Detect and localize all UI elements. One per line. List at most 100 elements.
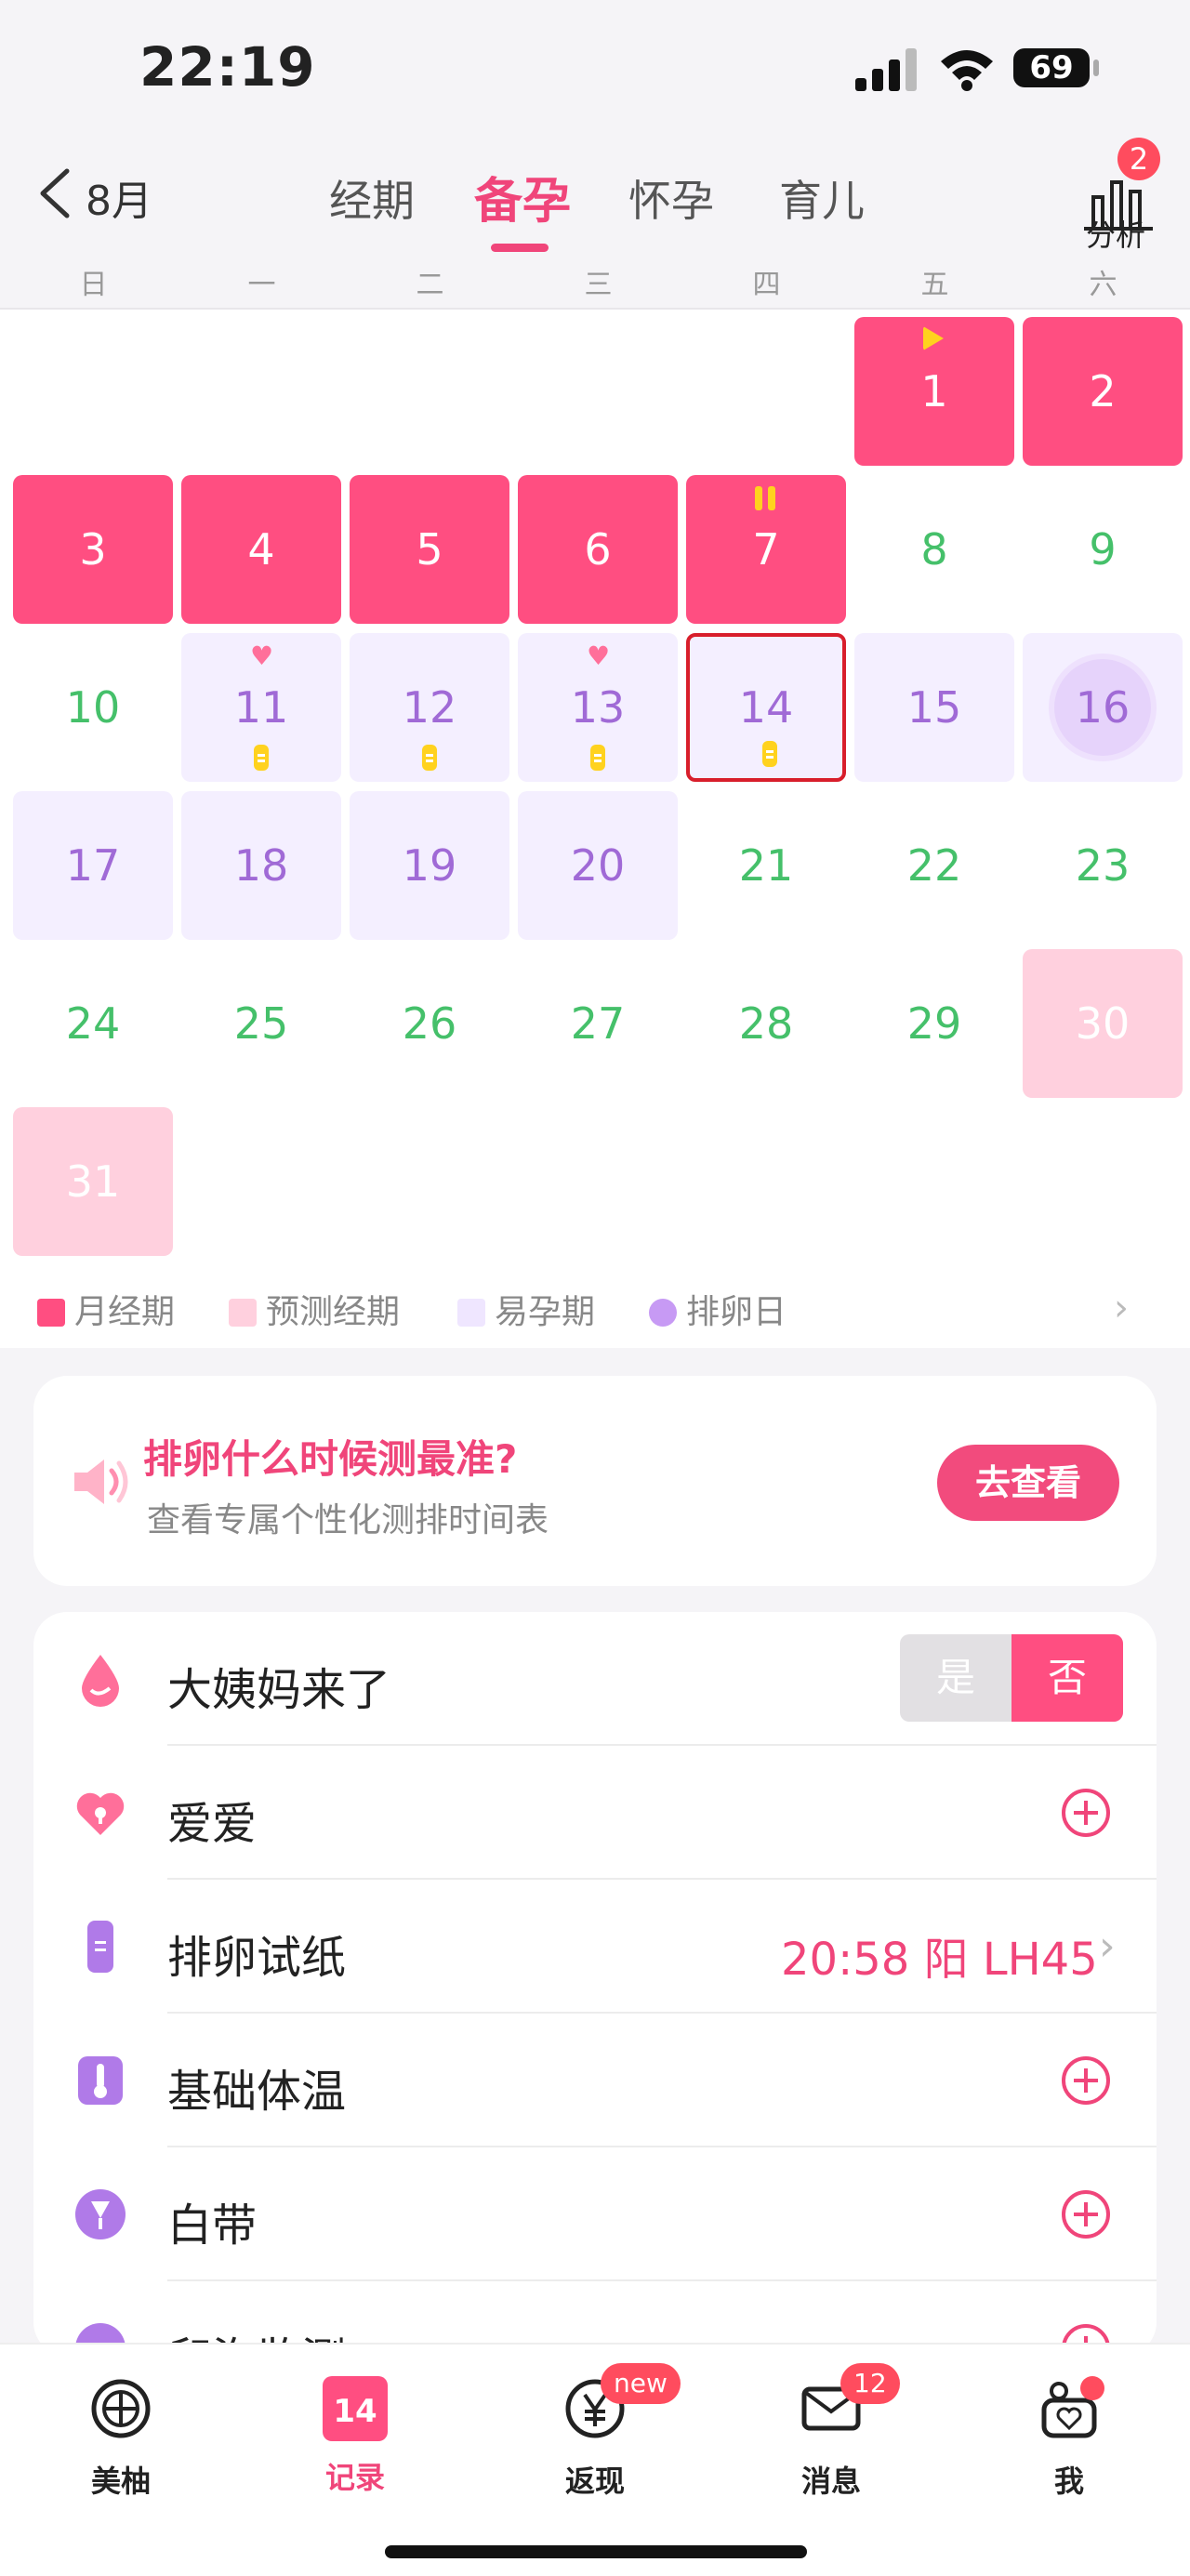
legend-swatch	[229, 1299, 257, 1327]
record-ovulation-test-row[interactable]: 排卵试纸 20:58 阳 LH45 ›	[33, 1880, 1157, 2014]
calendar-day-today[interactable]: 14	[686, 633, 846, 782]
calendar-day[interactable]: 19	[350, 791, 509, 940]
view-button[interactable]: 去查看	[937, 1445, 1119, 1521]
calendar-day[interactable]: 9	[1023, 475, 1183, 624]
day-number: 11	[233, 682, 289, 733]
add-bbt-button[interactable]	[1062, 2056, 1110, 2105]
add-discharge-button[interactable]	[1062, 2190, 1110, 2239]
grapefruit-icon	[91, 2379, 151, 2438]
ovulation-strip-icon	[422, 745, 437, 771]
calendar-day[interactable]: 16	[1023, 633, 1183, 782]
day-number: 4	[247, 524, 275, 575]
calendar-14-icon: 14	[323, 2376, 388, 2441]
tab-record[interactable]: 14 记录	[290, 2363, 420, 2497]
back-chevron-icon[interactable]	[30, 165, 86, 221]
calendar-day[interactable]: 29	[854, 949, 1014, 1098]
record-label: 基础体温	[167, 2066, 347, 2118]
tab-me[interactable]: 我	[1004, 2363, 1134, 2501]
legend-fertile-window: 易孕期	[457, 1285, 595, 1333]
day-number: 27	[570, 998, 626, 1049]
calendar-day[interactable]: 24	[13, 949, 173, 1098]
calendar-day[interactable]: 27	[518, 949, 678, 1098]
calendar-day[interactable]: 3	[13, 475, 173, 624]
period-end-pause-icon	[755, 486, 777, 510]
bottom-tab-bar: 美柚 14 记录 返现 new 消息 12 我	[0, 2343, 1190, 2576]
tab-period[interactable]: 经期	[329, 167, 415, 229]
love-heart-icon: ♥	[587, 641, 611, 671]
record-love-row[interactable]: 爱爱	[33, 1746, 1157, 1880]
tab-parenting[interactable]: 育儿	[779, 167, 865, 229]
love-heart-icon: ♥	[250, 641, 274, 671]
calendar-day[interactable]: ♥ 11	[181, 633, 341, 782]
calendar-legend: 月经期 预测经期 易孕期 排卵日 ›	[0, 1274, 1190, 1339]
weekday-label: 五	[920, 269, 949, 301]
legend-label: 预测经期	[266, 1293, 401, 1331]
weekday-label: 一	[247, 269, 276, 301]
ovulation-tip-card[interactable]: 排卵什么时候测最准? 查看专属个性化测排时间表 去查看	[33, 1376, 1157, 1586]
calendar-day[interactable]: 26	[350, 949, 509, 1098]
tab-messages[interactable]: 消息 12	[766, 2363, 900, 2501]
calendar-day[interactable]: 20	[518, 791, 678, 940]
calendar-day[interactable]: 2	[1023, 317, 1183, 466]
tab-pregnancy[interactable]: 怀孕	[628, 167, 714, 229]
calendar-day[interactable]: 7	[686, 475, 846, 624]
status-time: 22:19	[139, 35, 316, 99]
legend-swatch	[457, 1299, 485, 1327]
calendar-day[interactable]: 10	[13, 633, 173, 782]
calendar-day[interactable]: 4	[181, 475, 341, 624]
calendar-day[interactable]: 25	[181, 949, 341, 1098]
weekday-header: 日一二三四五六	[0, 256, 1190, 307]
wifi-icon	[941, 50, 993, 91]
day-number: 13	[570, 682, 626, 733]
day-number: 5	[416, 524, 443, 575]
day-number: 9	[1089, 524, 1117, 575]
calendar-day[interactable]: 23	[1023, 791, 1183, 940]
legend-chevron-right-icon[interactable]: ›	[1114, 1287, 1129, 1329]
day-number: 30	[1075, 998, 1130, 1049]
legend-swatch	[37, 1299, 65, 1327]
calendar-day[interactable]: 15	[854, 633, 1014, 782]
calendar-day[interactable]: 30	[1023, 949, 1183, 1098]
calendar-day[interactable]: 31	[13, 1107, 173, 1256]
record-discharge-row[interactable]: 白带	[33, 2147, 1157, 2281]
calendar-day[interactable]: 6	[518, 475, 678, 624]
calendar-day[interactable]: 21	[686, 791, 846, 940]
calendar-day[interactable]: 22	[854, 791, 1014, 940]
cellular-signal-icon	[855, 48, 920, 91]
active-tab-indicator	[491, 244, 549, 252]
chevron-right-icon[interactable]: ›	[1099, 1922, 1116, 1970]
period-yes-no-toggle[interactable]: 是 否	[900, 1634, 1123, 1722]
day-number: 17	[65, 840, 121, 891]
calendar-day[interactable]: 28	[686, 949, 846, 1098]
tab-meiyou[interactable]: 美柚	[56, 2363, 186, 2501]
new-badge: new	[601, 2363, 681, 2404]
calendar-day[interactable]: 12	[350, 633, 509, 782]
record-bbt-row[interactable]: 基础体温	[33, 2014, 1157, 2147]
toggle-no[interactable]: 否	[1012, 1634, 1123, 1722]
status-bar: 22:19 69	[0, 0, 1190, 130]
record-period-row: 大姨妈来了 是 否	[33, 1612, 1157, 1746]
battery-icon: 69	[1013, 48, 1090, 87]
calendar-day[interactable]: 5	[350, 475, 509, 624]
day-number: 8	[920, 524, 948, 575]
tab-cashback[interactable]: 返现 new	[530, 2363, 681, 2501]
add-love-button[interactable]	[1062, 1789, 1110, 1837]
calendar-day[interactable]: 18	[181, 791, 341, 940]
analysis-label[interactable]: 分析	[1086, 212, 1145, 255]
calendar-day[interactable]: 8	[854, 475, 1014, 624]
weekday-label: 二	[416, 269, 444, 301]
day-number: 7	[752, 524, 780, 575]
tab-label: 返现	[564, 2464, 625, 2499]
calendar-day[interactable]: ♥ 13	[518, 633, 678, 782]
day-number: 26	[402, 998, 457, 1049]
toggle-yes[interactable]: 是	[900, 1634, 1012, 1722]
month-label[interactable]: 8月	[86, 167, 152, 227]
tab-label: 消息	[800, 2464, 861, 2499]
weekday-label: 日	[79, 269, 108, 301]
calendar-day[interactable]: 17	[13, 791, 173, 940]
day-number: 2	[1089, 366, 1117, 416]
day-number: 16	[1075, 682, 1130, 733]
day-number: 29	[906, 998, 962, 1049]
tab-prepare-pregnancy[interactable]: 备孕	[474, 162, 571, 231]
calendar-day[interactable]: 1	[854, 317, 1014, 466]
